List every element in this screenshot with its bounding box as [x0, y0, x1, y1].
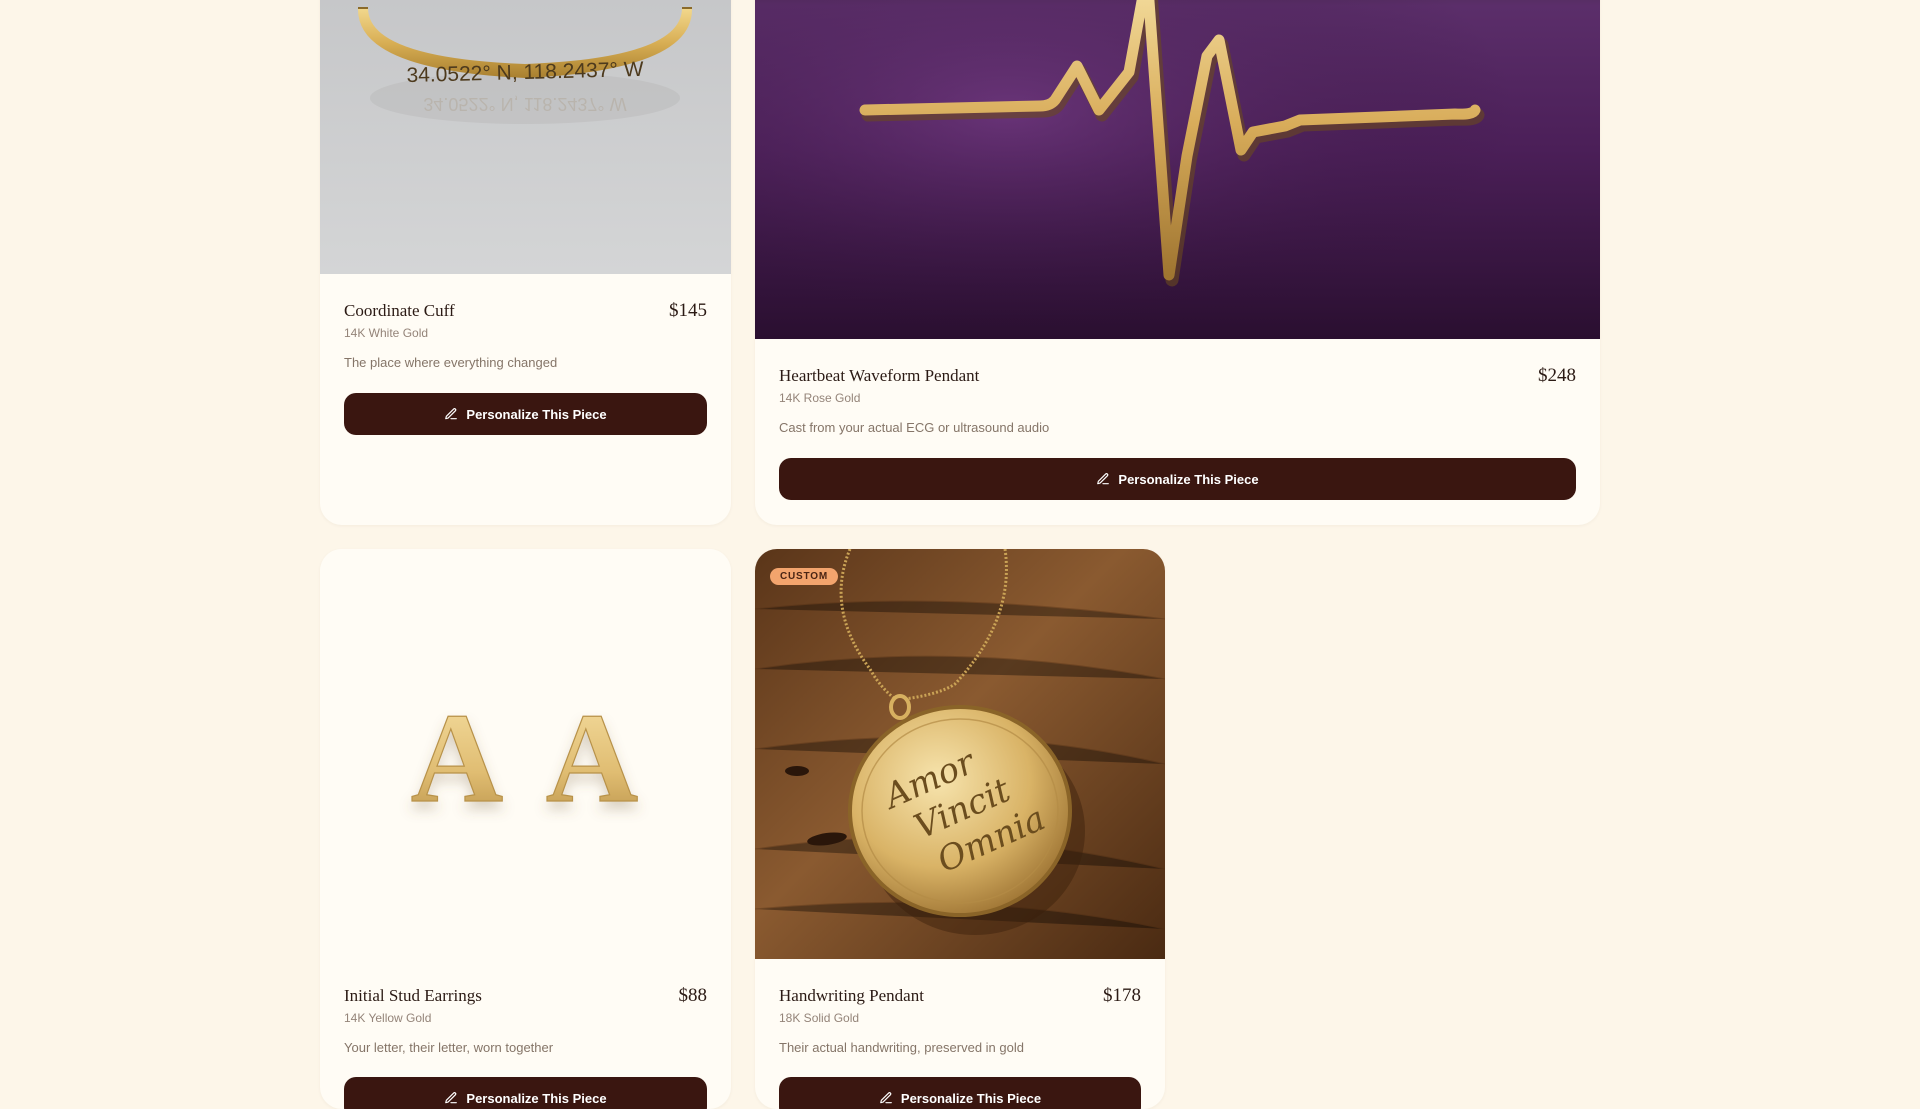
personalize-button-label: Personalize This Piece — [1118, 471, 1259, 487]
pencil-icon — [1097, 473, 1110, 485]
product-metal: 18K Solid Gold — [779, 1011, 860, 1025]
pencil-icon — [445, 408, 458, 420]
personalize-button[interactable]: Personalize This Piece — [344, 1077, 707, 1109]
product-metal: 14K Rose Gold — [779, 391, 861, 405]
custom-badge: CUSTOM — [770, 568, 838, 585]
product-metal: 14K White Gold — [344, 326, 429, 340]
product-card-initial-studs[interactable]: A A Initial Stud Earrings $88 14K Yellow… — [320, 549, 731, 1109]
personalize-button-label: Personalize This Piece — [900, 1090, 1042, 1106]
product-card-heartbeat-pendant[interactable]: Heartbeat Waveform Pendant $248 14K Rose… — [755, 0, 1600, 525]
personalize-button[interactable]: Personalize This Piece — [779, 1077, 1141, 1109]
product-description: Their actual handwriting, preserved in g… — [779, 1040, 1024, 1055]
personalize-button-label: Personalize This Piece — [466, 1090, 607, 1106]
product-description: The place where everything changed — [344, 355, 558, 370]
personalize-button-label: Personalize This Piece — [466, 406, 607, 422]
personalize-button[interactable]: Personalize This Piece — [779, 458, 1576, 500]
product-name: Initial Stud Earrings — [344, 986, 482, 1005]
product-image-coordinate-cuff[interactable]: 34.0522° N, 118.2437° W 34.0522° N, 118.… — [320, 0, 731, 274]
product-price: $178 — [1103, 985, 1141, 1006]
personalize-button[interactable]: Personalize This Piece — [344, 393, 707, 435]
product-card-handwriting-pendant[interactable]: Amor Vincit Omnia CUSTOM Handwriting Pen… — [755, 549, 1165, 1109]
pencil-icon — [445, 1092, 458, 1104]
product-price: $248 — [1538, 365, 1576, 386]
product-price: $88 — [678, 985, 708, 1006]
product-card-coordinate-cuff[interactable]: 34.0522° N, 118.2437° W 34.0522° N, 118.… — [320, 0, 731, 525]
product-name: Heartbeat Waveform Pendant — [779, 366, 980, 385]
product-image-initial-studs[interactable]: A A — [320, 549, 731, 960]
product-price: $145 — [669, 300, 707, 321]
product-metal: 14K Yellow Gold — [344, 1011, 432, 1025]
product-name: Coordinate Cuff — [344, 301, 455, 320]
product-description: Cast from your actual ECG or ultrasound … — [779, 420, 1050, 435]
earring-letter: A — [411, 687, 503, 829]
earring-letter: A — [546, 687, 638, 829]
svg-text:34.0522° N, 118.2437° W: 34.0522° N, 118.2437° W — [423, 94, 626, 114]
product-description: Your letter, their letter, worn together — [344, 1040, 554, 1055]
product-image-handwriting-pendant[interactable]: Amor Vincit Omnia CUSTOM — [755, 549, 1165, 959]
product-name: Handwriting Pendant — [779, 986, 924, 1005]
pencil-icon — [880, 1092, 892, 1104]
product-image-heartbeat-pendant[interactable] — [755, 0, 1600, 339]
